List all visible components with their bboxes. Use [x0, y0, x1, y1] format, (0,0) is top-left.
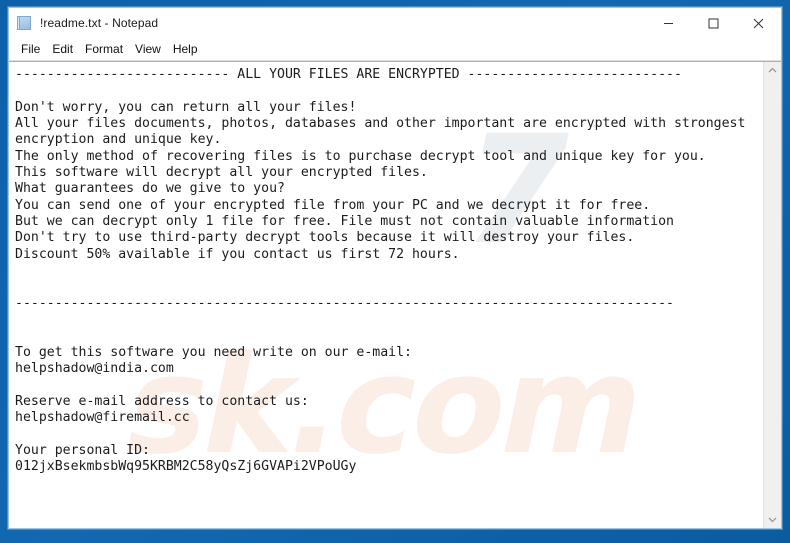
- menu-item-view[interactable]: View: [129, 40, 167, 58]
- notepad-window: !readme.txt - Notepad File Edit Format V…: [8, 7, 782, 529]
- menu-bar: File Edit Format View Help: [9, 38, 781, 61]
- menu-item-format[interactable]: Format: [79, 40, 129, 58]
- notepad-document-icon: [17, 15, 33, 31]
- minimize-button[interactable]: [646, 8, 691, 38]
- vertical-scrollbar[interactable]: [763, 62, 781, 528]
- window-controls: [646, 8, 781, 38]
- scroll-up-arrow-icon[interactable]: [764, 62, 781, 79]
- menu-item-file[interactable]: File: [15, 40, 46, 58]
- close-button[interactable]: [736, 8, 781, 38]
- scrollbar-track[interactable]: [764, 79, 781, 511]
- editor-area: 7 sk.com --------------------------- ALL…: [9, 61, 781, 528]
- maximize-button[interactable]: [691, 8, 736, 38]
- title-bar-left: !readme.txt - Notepad: [9, 15, 158, 31]
- menu-item-help[interactable]: Help: [167, 40, 204, 58]
- menu-item-edit[interactable]: Edit: [46, 40, 79, 58]
- scroll-down-arrow-icon[interactable]: [764, 511, 781, 528]
- title-bar[interactable]: !readme.txt - Notepad: [9, 8, 781, 38]
- ransom-note-text[interactable]: --------------------------- ALL YOUR FIL…: [9, 62, 763, 476]
- desktop-background: !readme.txt - Notepad File Edit Format V…: [0, 0, 790, 543]
- text-editor[interactable]: 7 sk.com --------------------------- ALL…: [9, 62, 763, 528]
- window-title: !readme.txt - Notepad: [40, 16, 159, 30]
